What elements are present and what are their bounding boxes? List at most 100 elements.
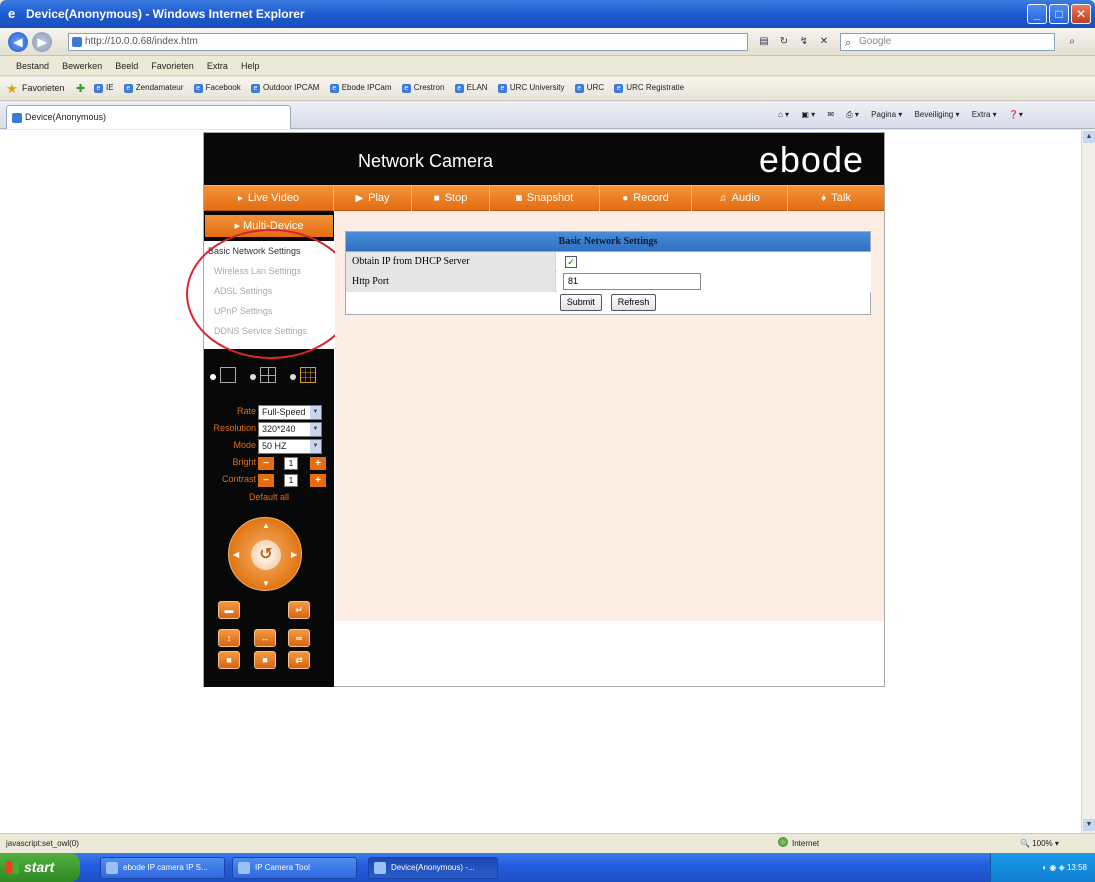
start-button[interactable]: start xyxy=(0,853,80,882)
single-view-icon[interactable] xyxy=(220,367,236,383)
status-bar: javascript:set_owl(0) Internet 🔍 100% ▾ xyxy=(0,833,1095,853)
add-favorite-icon[interactable]: ✚ xyxy=(76,82,85,95)
compatibility-icon[interactable]: ▤ xyxy=(756,34,772,50)
close-button[interactable]: ✕ xyxy=(1071,4,1091,24)
menu-item-help[interactable]: Help xyxy=(241,56,260,76)
address-bar[interactable]: http://10.0.0.68/index.htm xyxy=(68,33,748,51)
stop-icon[interactable]: ✕ xyxy=(816,34,832,50)
talk-label: Talk xyxy=(831,192,851,204)
default-all-link[interactable]: Default all xyxy=(204,492,334,502)
form-buttons: Submit Refresh xyxy=(346,292,870,314)
menu-item-file[interactable]: Bestand xyxy=(16,56,49,76)
favorite-link[interactable]: URC xyxy=(575,83,604,92)
mail-icon[interactable]: ✉ xyxy=(827,110,834,119)
refresh-icon[interactable]: ↻ xyxy=(776,34,792,50)
scroll-up-icon[interactable]: ▲ xyxy=(1083,131,1095,143)
command-tools[interactable]: Extra ▾ xyxy=(972,110,997,119)
zoom-level[interactable]: 🔍 100% ▾ xyxy=(1020,834,1059,854)
stop-button[interactable]: ■ Stop xyxy=(412,186,490,211)
favorites-label[interactable]: Favorieten xyxy=(22,83,65,93)
taskbar-item-ie[interactable]: Device(Anonymous) -... xyxy=(368,857,498,879)
favorites-links: IE Zendamateur Facebook Outdoor IPCAM Eb… xyxy=(94,83,692,93)
command-page[interactable]: Pagina ▾ xyxy=(871,110,902,119)
audio-button[interactable]: ♫ Audio xyxy=(692,186,788,211)
mode-control: Mode 50 HZ xyxy=(204,439,334,455)
bright-increase-button[interactable]: + xyxy=(310,457,326,470)
menu-item-tools[interactable]: Extra xyxy=(207,56,228,76)
favorites-star-icon[interactable]: ★ xyxy=(6,81,18,97)
radio-9-view[interactable] xyxy=(290,374,296,380)
play-button[interactable]: ▶ Play xyxy=(334,186,412,211)
rss-icon[interactable]: ↯ xyxy=(796,34,812,50)
ptz-control[interactable]: ▲ ▼ ◀ ▶ ↺ xyxy=(228,517,302,591)
loop-icon[interactable]: ∞ xyxy=(288,629,310,647)
view-layout-selector xyxy=(210,367,330,389)
menu-item-edit[interactable]: Bewerken xyxy=(62,56,102,76)
bright-decrease-button[interactable]: − xyxy=(258,457,274,470)
rate-select[interactable]: Full-Speed xyxy=(258,405,322,420)
nine-view-icon[interactable] xyxy=(300,367,316,383)
forward-button[interactable]: ▶ xyxy=(32,32,52,52)
flip-icon[interactable]: ⇄ xyxy=(288,651,310,669)
favorite-link[interactable]: ELAN xyxy=(455,83,488,92)
pan-up-icon[interactable]: ▲ xyxy=(262,521,270,530)
favorite-link[interactable]: URC University xyxy=(498,83,565,92)
tab-device[interactable]: Device(Anonymous) xyxy=(6,105,291,129)
favorite-link[interactable]: Outdoor IPCAM xyxy=(251,83,319,92)
pan-left-icon[interactable]: ◀ xyxy=(233,550,239,559)
favorite-link[interactable]: Facebook xyxy=(194,83,241,92)
favorite-link[interactable]: URC Registratie xyxy=(614,83,684,92)
refresh-button[interactable]: Refresh xyxy=(610,294,657,311)
menu-item-view[interactable]: Beeld xyxy=(115,56,138,76)
favorite-link[interactable]: Zendamateur xyxy=(124,83,184,92)
maximize-button[interactable]: □ xyxy=(1049,4,1069,24)
search-go-icon[interactable]: ⌕ xyxy=(1064,34,1080,50)
ptz-center-icon[interactable]: ↺ xyxy=(251,540,281,570)
favorite-link[interactable]: Ebode IPCam xyxy=(330,83,392,92)
contrast-increase-button[interactable]: + xyxy=(310,474,326,487)
feeds-icon[interactable]: ▣ ▾ xyxy=(801,110,815,119)
http-port-input[interactable]: 81 xyxy=(563,273,701,290)
patrol-stop-icon[interactable]: ↵ xyxy=(288,601,310,619)
http-port-row: Http Port 81 xyxy=(346,272,871,292)
back-button[interactable]: ◀ xyxy=(8,32,28,52)
submit-button[interactable]: Submit xyxy=(559,294,602,311)
help-icon[interactable]: ❓▾ xyxy=(1009,110,1023,119)
dhcp-checkbox[interactable]: ✓ xyxy=(565,256,577,268)
home-icon[interactable]: ⌂ ▾ xyxy=(778,110,789,119)
command-security[interactable]: Beveiliging ▾ xyxy=(915,110,960,119)
contrast-decrease-button[interactable]: − xyxy=(258,474,274,487)
resolution-select[interactable]: 320*240 xyxy=(258,422,322,437)
menu-item-favorites[interactable]: Favorieten xyxy=(151,56,194,76)
favorite-link[interactable]: IE xyxy=(94,83,114,92)
tray-icons[interactable]: ◐ ◉ ◈ xyxy=(1042,863,1067,872)
io-on-icon[interactable]: ■ xyxy=(218,651,240,669)
pan-down-icon[interactable]: ▼ xyxy=(262,579,270,588)
vertical-scrollbar[interactable]: ▲ ▼ xyxy=(1081,130,1095,833)
pan-right-icon[interactable]: ▶ xyxy=(291,550,297,559)
radio-1-view[interactable] xyxy=(210,374,216,380)
vertical-patrol-icon[interactable]: ↕ xyxy=(218,629,240,647)
horizontal-patrol-icon[interactable]: ↔ xyxy=(254,629,276,647)
record-button[interactable]: ● Record xyxy=(600,186,692,211)
favorite-link[interactable]: Crestron xyxy=(402,83,445,92)
scroll-down-icon[interactable]: ▼ xyxy=(1083,819,1095,831)
taskbar-item-ebode[interactable]: ebode IP camera IP S... xyxy=(100,857,225,879)
io-off-icon[interactable]: ■ xyxy=(254,651,276,669)
mode-select[interactable]: 50 HZ xyxy=(258,439,322,454)
live-video-button[interactable]: ▸ Live Video xyxy=(204,186,334,211)
play-icon: ▶ xyxy=(355,193,364,204)
minimize-button[interactable]: _ xyxy=(1027,4,1047,24)
live-video-icon: ▸ xyxy=(237,193,243,204)
quad-view-icon[interactable] xyxy=(260,367,276,383)
settings-heading: Basic Network Settings xyxy=(346,232,870,252)
tab-bar: Device(Anonymous) ⌂ ▾ ▣ ▾ ✉ ⎙ ▾ Pagina ▾… xyxy=(0,102,1095,129)
print-icon[interactable]: ⎙ ▾ xyxy=(846,110,859,119)
search-input[interactable]: ⌕ Google xyxy=(840,33,1055,51)
talk-button[interactable]: ♦ Talk xyxy=(788,186,884,211)
taskbar-item-ipcamtool[interactable]: IP Camera Tool xyxy=(232,857,357,879)
radio-4-view[interactable] xyxy=(250,374,256,380)
patrol-vertical-icon[interactable]: ▬ xyxy=(218,601,240,619)
snapshot-button[interactable]: ◙ Snapshot xyxy=(490,186,600,211)
menu-bar: Bestand Bewerken Beeld Favorieten Extra … xyxy=(0,56,1095,76)
